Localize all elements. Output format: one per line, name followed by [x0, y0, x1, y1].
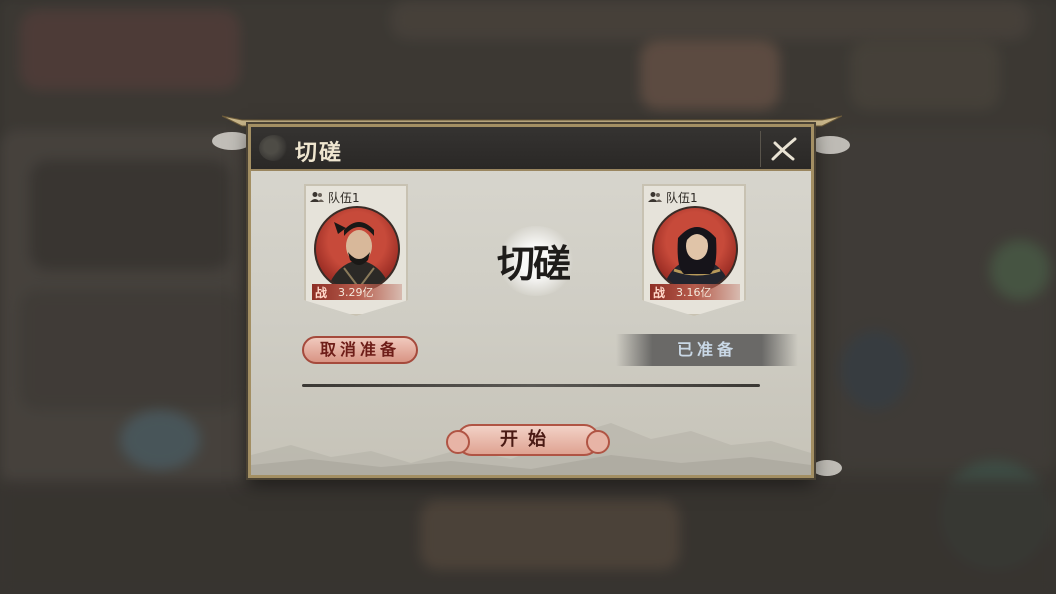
cloud-decoration [812, 460, 842, 476]
team-label: 队伍1 [328, 190, 360, 205]
team-label: 队伍1 [666, 190, 698, 205]
power-icon: 战 [314, 285, 327, 300]
team-card-left: 队伍1 战 3.29亿 [304, 184, 408, 324]
hero-portrait-avatar[interactable] [652, 206, 738, 292]
team-members-icon [310, 192, 324, 202]
lord-portrait-icon [662, 227, 732, 290]
power-icon: 战 [652, 285, 665, 300]
close-button[interactable] [760, 131, 805, 167]
hero-portrait-avatar[interactable] [314, 206, 400, 292]
team-label-row: 队伍1 [310, 188, 360, 206]
cloud-decoration [212, 132, 252, 150]
start-button[interactable]: 开始 [446, 424, 610, 456]
dialog-title-bar: 切磋 [251, 127, 811, 171]
team-members-icon [648, 192, 662, 202]
team-card-right: 队伍1 战 3.16亿 [642, 184, 746, 324]
combat-power-bar: 战 3.16亿 [650, 284, 740, 300]
cancel-ready-button[interactable]: 取消准备 [302, 336, 418, 364]
swirl-emblem-icon [259, 135, 289, 161]
cloud-decoration [810, 136, 850, 154]
combat-power-bar: 战 3.29亿 [312, 284, 402, 300]
close-icon [771, 137, 797, 161]
team-label-row: 队伍1 [648, 188, 698, 206]
warrior-portrait-icon [327, 222, 391, 290]
combat-power-value: 3.16亿 [676, 286, 712, 299]
combat-power-value: 3.29亿 [338, 286, 374, 299]
ready-status-label: 已准备 [616, 334, 798, 366]
ink-divider [302, 384, 760, 387]
spar-center-title: 切磋 [496, 241, 571, 286]
dialog-title: 切磋 [295, 140, 344, 166]
